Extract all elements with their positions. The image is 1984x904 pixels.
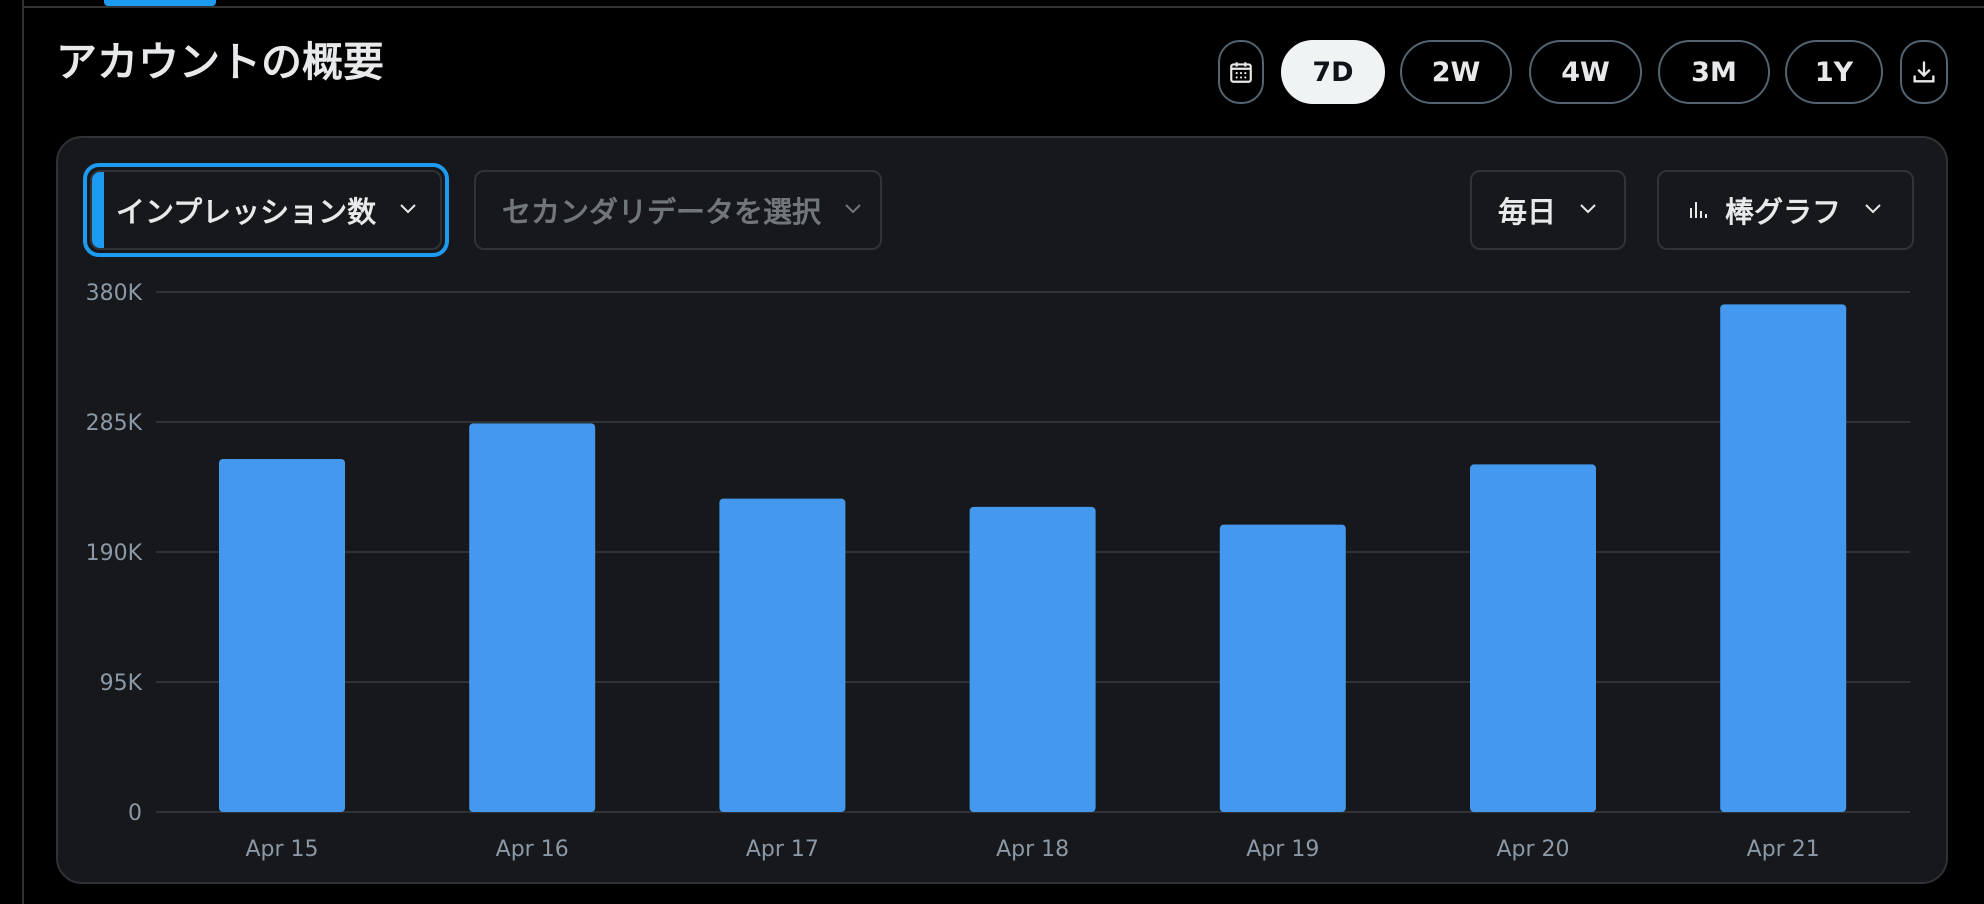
y-tick-label: 380K bbox=[86, 281, 143, 306]
x-tick-label: Apr 21 bbox=[1747, 837, 1820, 862]
app-frame: アカウントの概要 7D 2W 4W 3M 1Y インプレッション数 セカンダリデ… bbox=[0, 0, 1984, 904]
bar[interactable] bbox=[219, 458, 345, 812]
x-tick-label: Apr 15 bbox=[245, 837, 318, 862]
x-tick-label: Apr 19 bbox=[1246, 837, 1319, 862]
y-tick-label: 285K bbox=[86, 411, 143, 436]
x-tick-label: Apr 20 bbox=[1496, 837, 1569, 862]
bar[interactable] bbox=[1720, 304, 1847, 812]
bar[interactable] bbox=[719, 498, 846, 812]
bar[interactable] bbox=[1470, 464, 1596, 812]
bar-chart: 0 95K 190K 285K 380K Apr 15 Apr 16 Apr 17 Apr 18… bbox=[86, 281, 1910, 862]
y-tick-label: 190K bbox=[86, 541, 143, 566]
y-tick-label: 95K bbox=[100, 671, 143, 696]
bar[interactable] bbox=[469, 423, 596, 812]
x-tick-label: Apr 17 bbox=[746, 837, 819, 862]
x-tick-label: Apr 16 bbox=[496, 837, 569, 862]
y-tick-label: 0 bbox=[128, 801, 142, 826]
x-tick-label: Apr 18 bbox=[996, 837, 1069, 862]
bar[interactable] bbox=[969, 506, 1096, 812]
impressions-chart: 0 95K 190K 285K 380K Apr 15 Apr 16 Apr 17 Apr 18… bbox=[0, 0, 1984, 904]
bar[interactable] bbox=[1219, 524, 1346, 812]
